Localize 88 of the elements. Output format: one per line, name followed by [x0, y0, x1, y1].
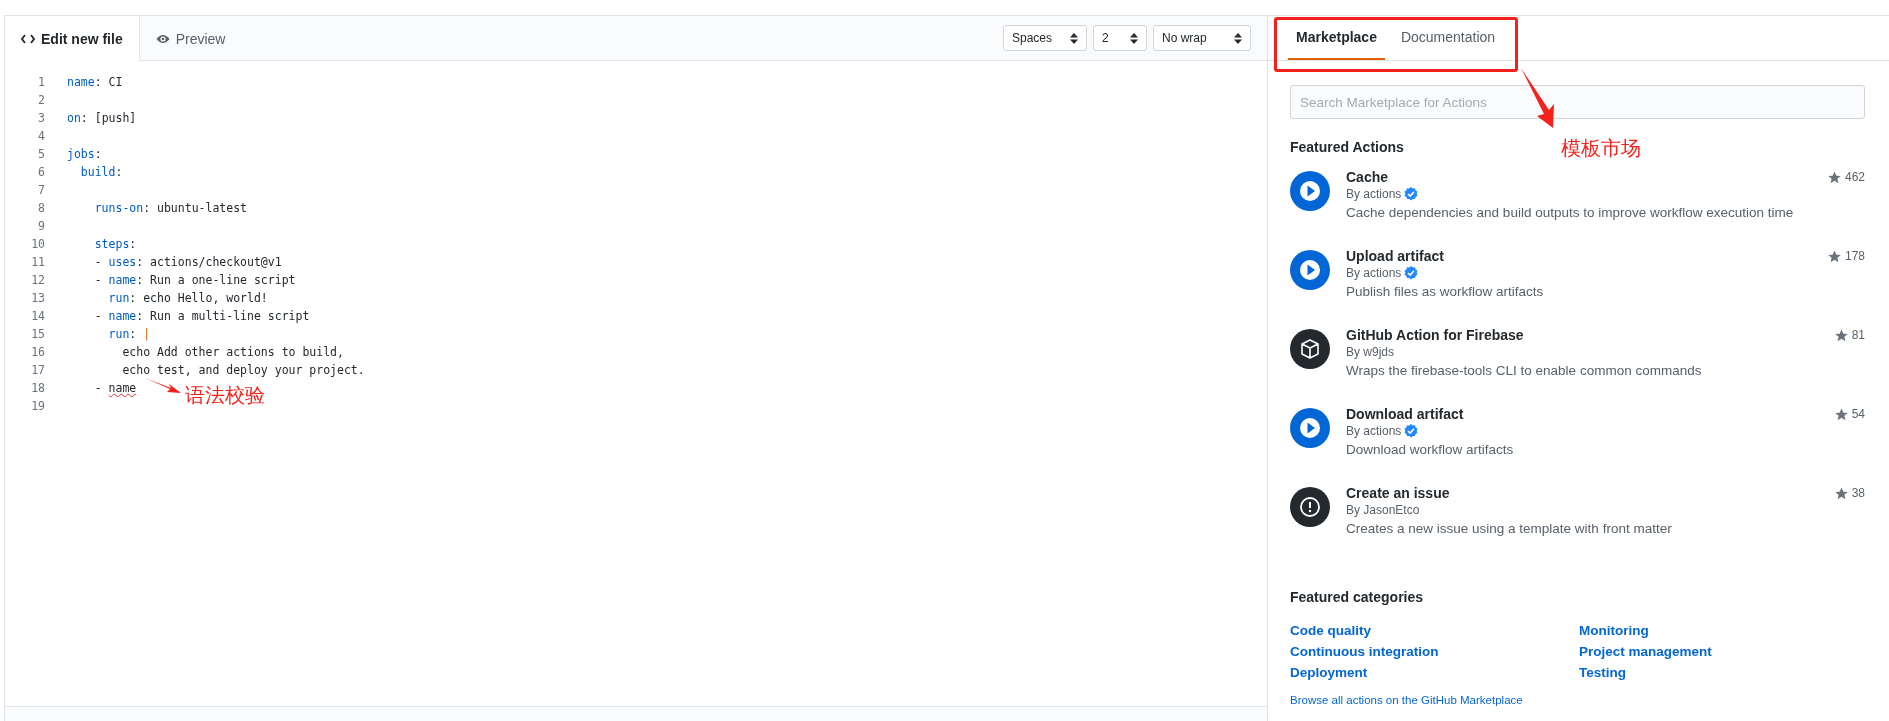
- star-count: 81: [1851, 328, 1865, 342]
- action-description: Publish files as workflow artifacts: [1346, 284, 1545, 299]
- action-title[interactable]: Download artifact: [1346, 406, 1819, 422]
- action-description: Wraps the firebase-tools CLI to enable common commands: [1346, 363, 1703, 378]
- line-number: 1: [37, 75, 45, 89]
- select-dropdown[interactable]: No wrap: [1153, 25, 1251, 51]
- line-number: 15: [30, 327, 45, 341]
- action-author: By actions: [1346, 266, 1402, 280]
- category-link[interactable]: Code quality: [1290, 623, 1579, 638]
- play-icon: [1290, 171, 1330, 211]
- sort-caret-icon: [1070, 32, 1078, 44]
- star-count: 462: [1844, 170, 1865, 184]
- sort-caret-icon: [1234, 32, 1242, 44]
- browse-marketplace-link[interactable]: Browse all actions on the GitHub Marketplace: [1290, 694, 1865, 706]
- code-line: build:: [79, 165, 123, 179]
- code-line: steps:: [93, 237, 137, 251]
- star-count: 54: [1851, 407, 1865, 421]
- line-number: 17: [30, 363, 45, 377]
- star-count: 38: [1851, 486, 1865, 500]
- star-icon: [1827, 170, 1841, 184]
- action-title[interactable]: Cache: [1346, 169, 1812, 185]
- action-author: By actions: [1346, 424, 1402, 438]
- star-icon: [1834, 407, 1848, 421]
- action-author: By w9jds: [1346, 345, 1395, 359]
- category-link[interactable]: Project management: [1579, 644, 1865, 659]
- select-dropdown[interactable]: 2: [1093, 25, 1147, 51]
- code-line: - name: Run a one-line script: [93, 273, 296, 287]
- star-icon: [1834, 486, 1848, 500]
- line-number: 5: [37, 147, 45, 161]
- line-number: 6: [37, 165, 45, 179]
- search-field[interactable]: Search Marketplace for Actions: [1290, 85, 1865, 119]
- line-number: 4: [37, 129, 45, 143]
- line-number: 3: [37, 111, 45, 125]
- category-link[interactable]: Deployment: [1290, 665, 1579, 680]
- code-line: - name: Run a multi-line script: [93, 309, 310, 323]
- code-line: runs-on: ubuntu-latest: [93, 201, 248, 215]
- action-title[interactable]: Create an issue: [1346, 485, 1819, 501]
- action-title[interactable]: Upload artifact: [1346, 248, 1812, 264]
- editor-tab[interactable]: Preview: [139, 16, 242, 61]
- action-title[interactable]: GitHub Action for Firebase: [1346, 327, 1819, 343]
- annotation-label: 语法校验: [185, 382, 265, 409]
- line-number: 18: [30, 381, 45, 395]
- line-number: 14: [30, 309, 45, 323]
- action-description: Creates a new issue using a template with front matter: [1346, 521, 1673, 536]
- sidebar-tab[interactable]: Documentation: [1392, 16, 1504, 60]
- code-line: - name: [93, 381, 137, 395]
- line-number: 12: [30, 273, 45, 287]
- code-line: echo test, and deploy your project.: [121, 363, 365, 377]
- action-description: Cache dependencies and build outputs to improve workflow execution time: [1346, 205, 1795, 220]
- sort-caret-icon: [1130, 32, 1138, 44]
- sidebar-tab[interactable]: Marketplace: [1288, 16, 1385, 60]
- line-number: 8: [37, 201, 45, 215]
- category-link[interactable]: Monitoring: [1579, 623, 1865, 638]
- star-count: 178: [1844, 249, 1865, 263]
- line-number: 7: [37, 183, 45, 197]
- play-icon: [1290, 250, 1330, 290]
- code-line: name: CI: [67, 75, 123, 89]
- alert-icon: [1290, 487, 1330, 527]
- annotation-label: 模板市场: [1561, 135, 1641, 162]
- code-line: echo Add other actions to build,: [121, 345, 344, 359]
- code-line: on: [push]: [67, 111, 137, 125]
- star-icon: [1834, 328, 1848, 342]
- annotation-arrow: [145, 377, 181, 395]
- line-number: 13: [30, 291, 45, 305]
- box-icon: [1290, 329, 1330, 369]
- section-heading: Featured Actions: [1290, 139, 1404, 155]
- category-link[interactable]: Testing: [1579, 665, 1865, 680]
- editor-tab[interactable]: Edit new file: [5, 16, 140, 61]
- action-author: By JasonEtco: [1346, 503, 1420, 517]
- line-number: 2: [37, 93, 45, 107]
- play-icon: [1290, 408, 1330, 448]
- line-number: 11: [30, 255, 45, 269]
- category-link[interactable]: Continuous integration: [1290, 644, 1579, 659]
- action-author: By actions: [1346, 187, 1402, 201]
- line-number: 10: [30, 237, 45, 251]
- code-line: run: |: [107, 327, 151, 341]
- star-icon: [1827, 249, 1841, 263]
- section-heading: Featured categories: [1290, 589, 1424, 605]
- code-line: jobs:: [67, 147, 102, 161]
- line-number: 19: [30, 399, 45, 413]
- code-line: - uses: actions/checkout@v1: [93, 255, 282, 269]
- eye-icon: [155, 32, 170, 45]
- line-number: 9: [37, 219, 45, 233]
- select-dropdown[interactable]: Spaces: [1003, 25, 1087, 51]
- code-icon: [21, 32, 35, 45]
- code-line: run: echo Hello, world!: [107, 291, 268, 305]
- action-description: Download workflow artifacts: [1346, 442, 1515, 457]
- line-number: 16: [30, 345, 45, 359]
